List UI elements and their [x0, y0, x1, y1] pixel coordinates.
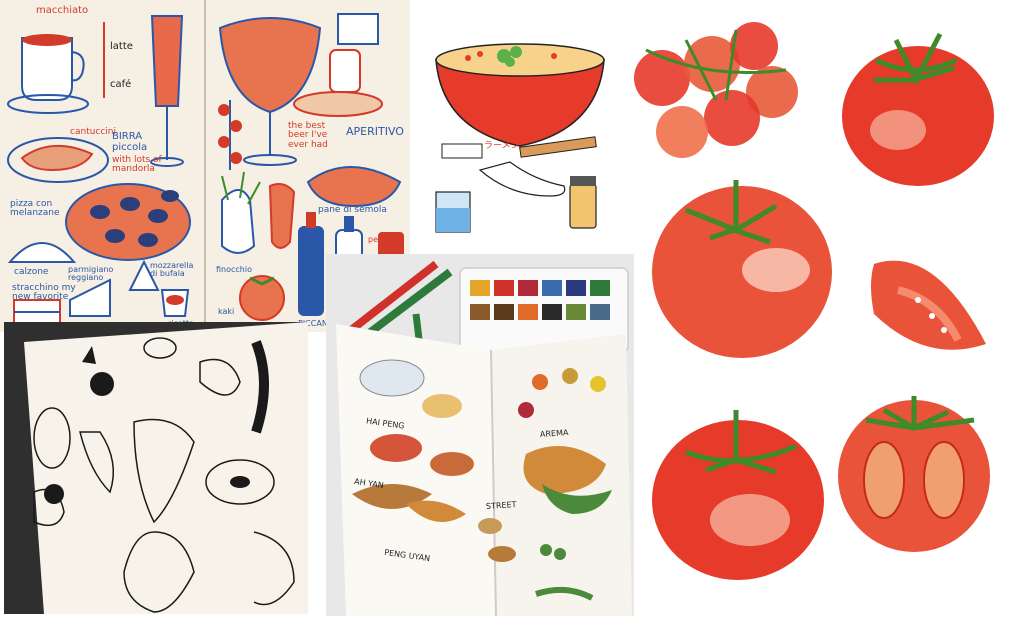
label-cantuccini: cantuccini: [70, 127, 117, 137]
label-parmigiano: parmigiano reggiano: [68, 265, 114, 283]
label-birra: BIRRA piccola: [112, 131, 148, 153]
ink-vegetable-sketches: [4, 322, 308, 614]
tomato-vine-cluster: [634, 22, 798, 158]
ramen-drawing: [435, 43, 605, 233]
label-pizza: pizza con melanzane: [10, 199, 60, 219]
tomato-whole-1: [842, 32, 994, 186]
label-pane-di-semola: pane di semola: [318, 205, 387, 215]
travel-watercolor-sketchbook: HAI PENG AH YAN AREMA STREET PENG UYAN: [326, 254, 634, 616]
label-macchiato: macchiato: [36, 5, 89, 16]
chopstick-wrapper-text: ラーメン: [484, 141, 520, 151]
watercolor-tomatoes: [626, 0, 1024, 622]
label-best-beer: the best beer I've ever had: [288, 121, 328, 150]
label-cafe: café: [110, 79, 132, 90]
ramen-illustration: ラーメン: [420, 20, 620, 250]
tomato-wedge: [871, 260, 986, 350]
label-aperitivo: APERITIVO: [346, 125, 404, 138]
label-calzone: calzone: [14, 267, 49, 277]
tomato-paintings: [634, 22, 994, 580]
label-mandorla: with lots of mandorla: [112, 155, 162, 175]
tomato-halved: [838, 396, 990, 552]
tomato-whole-2: [652, 180, 832, 358]
label-latte: latte: [110, 41, 133, 52]
label-finocchio: finocchio: [216, 265, 252, 274]
tomato-whole-3: [652, 410, 824, 580]
travel-sketch-page: [326, 254, 634, 616]
label-kaki: kaki: [218, 307, 235, 316]
label-stracchino: stracchino my new favorite: [12, 283, 76, 303]
label-mozzarella: mozzarella di bufala: [150, 261, 194, 279]
ink-sketch-page: [24, 322, 308, 614]
label-per: per: [368, 235, 382, 244]
